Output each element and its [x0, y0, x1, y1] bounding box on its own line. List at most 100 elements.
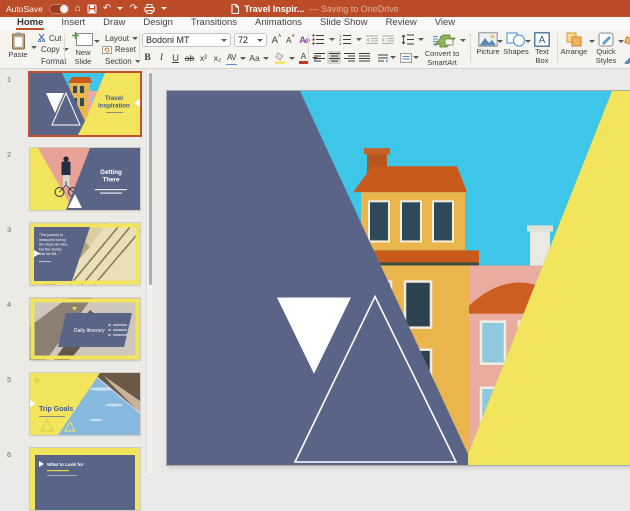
superscript-button[interactable]: x²: [198, 51, 209, 65]
reset-button[interactable]: Reset: [102, 45, 138, 55]
convert-smartart-caret-icon[interactable]: [460, 39, 466, 42]
justify-button[interactable]: [357, 51, 371, 64]
tab-insert[interactable]: Insert: [52, 17, 94, 30]
format-painter-button[interactable]: Format: [38, 56, 64, 66]
layout-button[interactable]: Layout: [102, 33, 138, 43]
bullet-list-caret-icon[interactable]: [329, 38, 335, 41]
character-spacing-button[interactable]: AV: [226, 51, 237, 65]
slide-thumbnail-5[interactable]: Trip Goals: [30, 373, 140, 435]
print-icon[interactable]: [144, 4, 155, 14]
shape-fill-button[interactable]: Shape Fill: [624, 36, 630, 46]
save-icon[interactable]: [87, 4, 97, 14]
numbered-list-caret-icon[interactable]: [356, 38, 362, 41]
font-size-value: 72: [238, 35, 248, 45]
cut-button[interactable]: Cut: [38, 33, 64, 43]
drawing-group: Arrange Quick Styles Shape Fill: [560, 30, 630, 68]
tab-transitions[interactable]: Transitions: [182, 17, 246, 30]
redo-icon[interactable]: ↷: [129, 0, 137, 17]
decrease-indent-icon[interactable]: [366, 35, 378, 45]
tab-slide-show[interactable]: Slide Show: [311, 17, 377, 30]
home-icon[interactable]: ⌂: [75, 0, 81, 17]
grow-font-button[interactable]: A˄: [271, 33, 282, 47]
slide-editing-area[interactable]: [167, 91, 630, 465]
new-slide-button[interactable]: New Slide: [68, 32, 98, 66]
tab-home[interactable]: Home: [8, 17, 52, 30]
highlight-caret-icon[interactable]: [289, 57, 295, 60]
save-status: — Saving to OneDrive: [309, 4, 399, 14]
shrink-font-button[interactable]: A˅: [285, 33, 296, 47]
slide-thumbnail-4[interactable]: Daily Itinerary: [30, 298, 140, 360]
quick-styles-label2: Styles: [596, 57, 616, 66]
title-bar: AutoSave ⌂ ↶ ↷ Travel Inspir... — Saving…: [0, 0, 630, 17]
font-name-select[interactable]: Bodoni MT: [142, 33, 231, 47]
paste-button[interactable]: Paste: [3, 32, 33, 60]
italic-button[interactable]: I: [156, 51, 167, 65]
increase-indent-icon[interactable]: [382, 35, 394, 45]
text-direction-caret-icon[interactable]: [390, 56, 396, 59]
tab-design[interactable]: Design: [134, 17, 182, 30]
line-spacing-caret-icon[interactable]: [418, 38, 424, 41]
line-spacing-icon[interactable]: [401, 34, 414, 45]
quick-access-menu-icon[interactable]: [161, 7, 167, 10]
picture-button[interactable]: Picture: [473, 32, 503, 57]
shapes-label: Shapes: [503, 48, 528, 57]
text-box-button[interactable]: A Text Box: [529, 32, 555, 65]
copy-button[interactable]: Copy: [38, 45, 64, 55]
convert-smartart-button[interactable]: Convert to SmartArt: [416, 50, 468, 67]
slide-number: 2: [7, 150, 11, 159]
tab-review[interactable]: Review: [377, 17, 426, 30]
highlight-color-icon[interactable]: [274, 52, 286, 64]
svg-text:measured not by: measured not by: [39, 238, 66, 242]
change-case-caret-icon[interactable]: [263, 57, 269, 60]
align-center-icon: [329, 53, 340, 62]
arrange-icon: [566, 32, 583, 47]
slide-1-artwork: [167, 91, 630, 465]
shapes-button[interactable]: Shapes: [501, 32, 531, 57]
paragraph-group: 123: [312, 30, 468, 68]
text-direction-icon[interactable]: [377, 53, 389, 63]
reset-label: Reset: [115, 45, 136, 54]
align-left-button[interactable]: [312, 51, 326, 64]
section-button[interactable]: Section: [102, 56, 138, 66]
underline-button[interactable]: U: [170, 51, 181, 65]
quick-styles-button[interactable]: Quick Styles: [593, 32, 619, 65]
change-case-button[interactable]: Aa: [249, 51, 260, 65]
font-size-select[interactable]: 72: [234, 33, 267, 47]
tab-view[interactable]: View: [426, 17, 464, 30]
align-center-button[interactable]: [327, 51, 341, 64]
arrange-button[interactable]: Arrange: [560, 32, 588, 57]
document-icon: [231, 4, 239, 14]
new-slide-caret-icon[interactable]: [94, 40, 100, 43]
numbered-list-icon[interactable]: 123: [339, 34, 352, 45]
align-text-icon[interactable]: [400, 53, 412, 63]
arrange-label: Arrange: [561, 48, 588, 57]
undo-menu-caret-icon[interactable]: [117, 7, 123, 10]
slide-thumbnail-6[interactable]: What to Look for: [30, 448, 140, 510]
align-right-icon: [344, 53, 355, 62]
subscript-button[interactable]: x₂: [212, 51, 223, 65]
slide-thumbnail-3[interactable]: “The journey is measured not by the step…: [30, 223, 140, 285]
tab-draw[interactable]: Draw: [94, 17, 134, 30]
bold-button[interactable]: B: [142, 51, 153, 65]
bullet-list-icon[interactable]: [312, 34, 325, 45]
shape-line-button[interactable]: Shape Line: [624, 54, 630, 64]
align-right-button[interactable]: [342, 51, 356, 64]
font-color-label: A: [301, 52, 307, 61]
autosave-toggle[interactable]: [49, 4, 69, 14]
picture-label: Picture: [476, 48, 499, 57]
convert-smartart-icon[interactable]: [433, 33, 457, 48]
section-label: Section: [105, 57, 132, 66]
cut-label: Cut: [49, 34, 61, 43]
paste-caret-icon[interactable]: [31, 46, 37, 49]
slide-number: 5: [7, 375, 11, 384]
shape-line-icon: [624, 54, 630, 64]
slide-thumbnail-2[interactable]: Getting There: [30, 148, 140, 210]
svg-text:There: There: [103, 177, 120, 184]
character-spacing-caret-icon[interactable]: [240, 57, 246, 60]
slide-thumbnail-1[interactable]: Travel Inspiration: [30, 73, 140, 135]
tab-animations[interactable]: Animations: [246, 17, 311, 30]
undo-icon[interactable]: ↶: [103, 0, 111, 17]
ribbon: Paste Cut Copy: [0, 30, 630, 69]
svg-text:Inspiration: Inspiration: [98, 103, 130, 110]
strikethrough-button[interactable]: ab: [184, 51, 195, 65]
